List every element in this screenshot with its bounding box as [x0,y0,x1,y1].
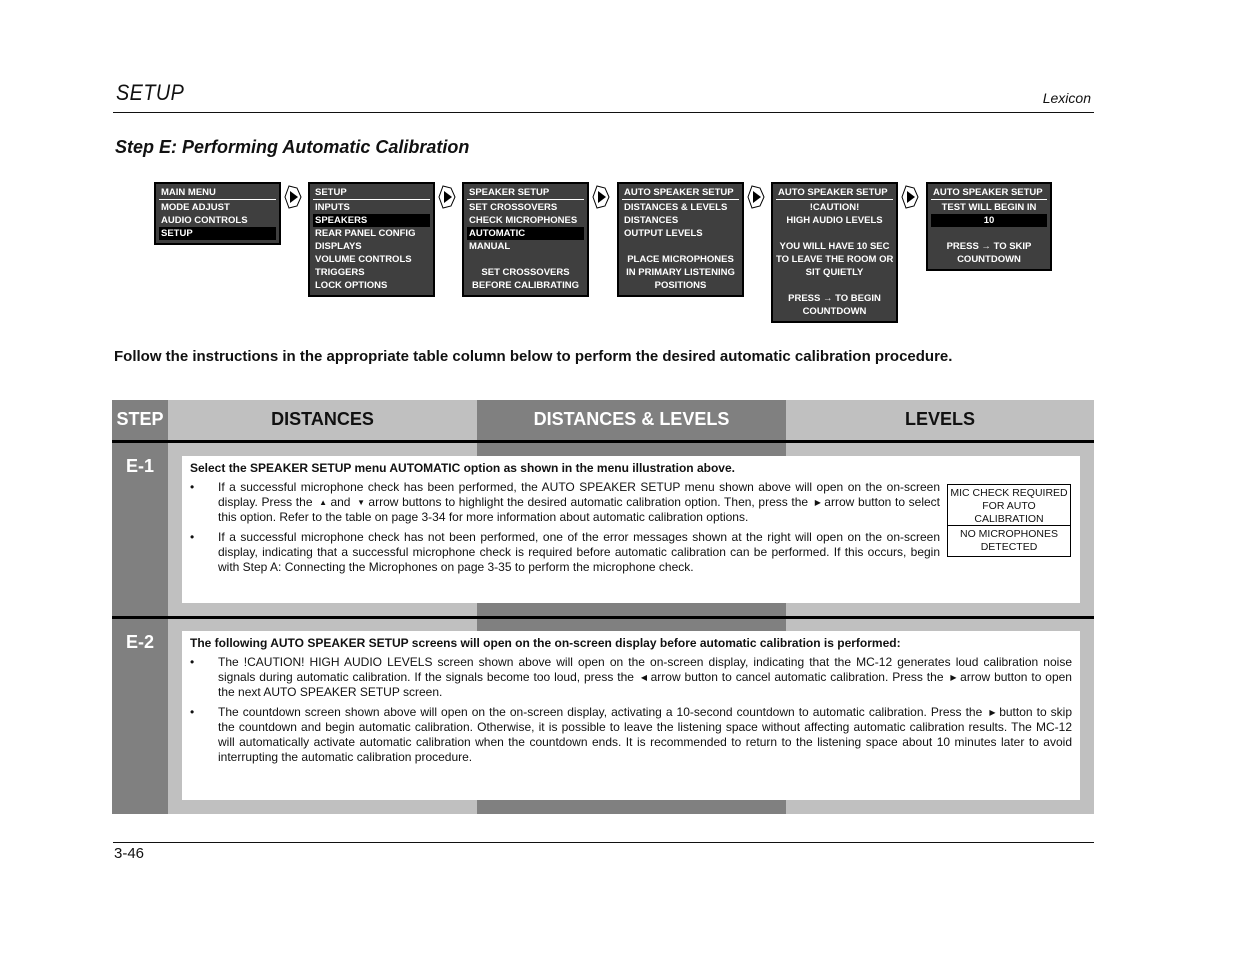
menu-item: MODE ADJUST [161,202,230,213]
menu-title: MAIN MENU [159,186,276,200]
menu-item: BEFORE CALIBRATING [472,280,579,291]
row-lead: The following AUTO SPEAKER SETUP screens… [190,636,901,650]
header-step: STEP [116,409,164,429]
bullet-icon: • [190,530,195,544]
menu-item [776,279,893,292]
menu-item: !CAUTION! [809,202,860,213]
menu-item: PRESS → TO BEGIN [788,293,881,304]
brand-name: Lexicon [1042,90,1091,106]
page-number: 3-46 [114,845,145,862]
menu-item: REAR PANEL CONFIG [315,228,416,239]
menu-item: POSITIONS [654,280,707,291]
down-arrow-icon: ▼ [357,498,366,507]
menu-item: CHECK MICROPHONES [469,215,578,226]
next-arrow-icon [901,185,919,209]
menu-screen: AUTO SPEAKER SETUP DISTANCES & LEVELS DIST… [617,182,744,297]
header-distances-levels: DISTANCES & LEVELS [533,409,730,429]
menu-item: TO LEAVE THE ROOM OR [776,254,894,265]
list-item: • The countdown screen shown above will … [190,705,1072,764]
step-title: Step E: Performing Automatic Calibration [115,137,470,157]
menu-item: DISPLAYS [315,241,362,252]
menu-item: PRESS → TO SKIP [946,241,1032,252]
right-arrow-icon: ▶ [814,498,822,507]
table-row-e2: The following AUTO SPEAKER SETUP screens… [182,631,1080,800]
error-message-mic-check: MIC CHECK REQUIRED FOR AUTO CALIBRATION [947,484,1071,529]
menu-title: SETUP [313,186,430,200]
error-message-no-mics: NO MICROPHONES DETECTED [947,525,1071,557]
header-levels: LEVELS [904,409,975,429]
list-item: • The !CAUTION! HIGH AUDIO LEVELS screen… [190,655,1072,699]
menu-item: VOLUME CONTROLS [315,254,412,265]
menu-item-selected: SPEAKERS [313,214,430,227]
menu-screen: AUTO SPEAKER SETUP !CAUTION! HIGH AUDIO LE… [771,182,898,323]
menu-item-selected: 10 [931,214,1047,227]
header-divider [112,440,1094,443]
header-rule [113,112,1094,113]
menu-item [776,227,893,240]
row-lead: Select the SPEAKER SETUP menu AUTOMATIC … [190,461,735,475]
step-label-e2: E-2 [125,632,154,652]
menu-item: LOCK OPTIONS [315,280,388,291]
menu-item: TRIGGERS [315,267,365,278]
footer-rule [113,842,1094,843]
menu-item: YOU WILL HAVE 10 SEC [779,241,890,252]
next-arrow-icon [747,185,765,209]
menu-item-selected: SETUP [159,227,276,240]
menu-item: SET CROSSOVERS [481,267,570,278]
menu-item: COUNTDOWN [802,306,867,317]
right-arrow-icon: ▶ [989,708,997,717]
menu-item: IN PRIMARY LISTENING [626,267,735,278]
menu-item: PLACE MICROPHONES [627,254,734,265]
menu-item: HIGH AUDIO LEVELS [786,215,883,226]
bullet-icon: • [190,480,195,494]
menu-item: DISTANCES [624,215,679,226]
list-item: • If a successful microphone check has n… [190,530,940,574]
next-arrow-icon [592,185,610,209]
menu-title: SPEAKER SETUP [467,186,584,200]
instruction-text: Follow the instructions in the appropria… [114,348,953,365]
menu-item [467,253,584,266]
menu-item: TEST WILL BEGIN IN [941,202,1037,213]
menu-title: AUTO SPEAKER SETUP [622,186,739,200]
bullet-icon: • [190,655,195,669]
next-arrow-icon [438,185,456,209]
row-divider [112,616,1094,619]
up-arrow-icon: ▲ [319,498,328,507]
left-arrow-icon: ◀ [640,673,648,682]
next-arrow-icon [284,185,302,209]
menu-item: AUDIO CONTROLS [161,215,248,226]
menu-item: SIT QUIETLY [805,267,864,278]
menu-screen: SETUP INPUTS SPEAKERS REAR PANEL CONFIG DISP… [308,182,435,297]
bullet-icon: • [190,705,195,719]
menu-item: SET CROSSOVERS [469,202,558,213]
section-title: SETUP [116,80,185,105]
menu-item-selected: AUTOMATIC [467,227,584,240]
menu-item: DISTANCES & LEVELS [624,202,728,213]
menu-title: AUTO SPEAKER SETUP [931,186,1047,200]
header-distances: DISTANCES [271,409,374,429]
menu-screen: MAIN MENU MODE ADJUST AUDIO CONTROLS SETUP [154,182,281,245]
step-label-e1: E-1 [125,456,154,476]
calibration-table: STEP DISTANCES DISTANCES & LEVELS LEVELS… [112,400,1094,814]
menu-item: COUNTDOWN [957,254,1021,265]
table-row-e1: Select the SPEAKER SETUP menu AUTOMATIC … [182,456,1080,603]
menu-item [931,227,1047,240]
menu-item: INPUTS [315,202,350,213]
menu-item [622,240,739,253]
list-item: • If a successful microphone check has b… [190,480,941,524]
menu-item: MANUAL [469,241,511,252]
menu-screen: SPEAKER SETUP SET CROSSOVERS CHECK MICROPH… [462,182,589,297]
menu-title: AUTO SPEAKER SETUP [776,186,893,200]
right-arrow-icon: ▶ [950,673,958,682]
menu-screen: AUTO SPEAKER SETUP TEST WILL BEGIN IN 10 PR… [926,182,1052,271]
menu-item: OUTPUT LEVELS [624,228,703,239]
